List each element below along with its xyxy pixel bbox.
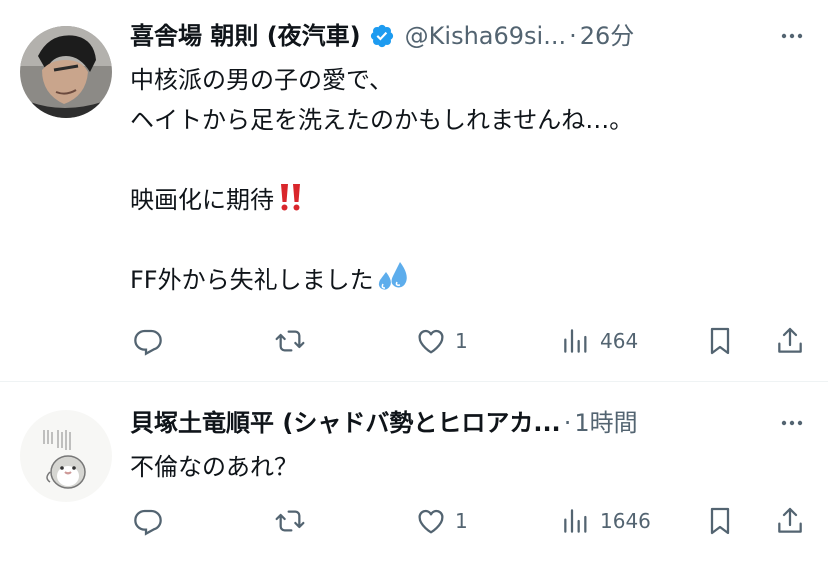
tweet-text-line: ヘイトから足を洗えたのかもしれませんね…。 (130, 106, 634, 134)
reply-icon (134, 329, 162, 356)
retweet-icon (275, 510, 305, 532)
tweet-header: 貝塚土竜順平 (シャドバ勢とヒロアカ... · 1時間 (130, 403, 808, 443)
view-count: 464 (600, 329, 639, 353)
display-name[interactable]: 貝塚土竜順平 (シャドバ勢とヒロアカ... (130, 403, 561, 443)
retweet-button[interactable] (274, 321, 314, 361)
views-button[interactable]: 1646 (560, 501, 651, 541)
avatar[interactable] (20, 26, 112, 118)
views-chart-icon (564, 509, 587, 533)
tweet[interactable]: 貝塚土竜順平 (シャドバ勢とヒロアカ... · 1時間 不倫なのあれ？ 1 16… (0, 382, 828, 561)
tweet-header: 喜舎場 朝則 (夜汽車) @Kisha69si... · 26分 (130, 16, 808, 56)
retweet-icon (275, 330, 305, 352)
action-bar: 1 1646 (130, 501, 810, 541)
share-button[interactable] (774, 321, 806, 361)
double-exclamation-mark-icon (281, 184, 300, 211)
like-button[interactable]: 1 (415, 501, 468, 541)
like-count: 1 (455, 509, 468, 533)
share-icon (778, 327, 802, 353)
reply-button[interactable] (132, 321, 172, 361)
timestamp[interactable]: 1時間 (574, 403, 637, 443)
display-name[interactable]: 喜舎場 朝則 (夜汽車) (130, 16, 361, 56)
more-options-icon[interactable] (778, 22, 806, 50)
like-button[interactable]: 1 (415, 321, 468, 361)
verified-badge-icon (370, 24, 393, 48)
like-count: 1 (455, 329, 468, 353)
more-options-icon[interactable] (778, 409, 806, 437)
tweet-text: 中核派の男の子の愛で、 ヘイトから足を洗えたのかもしれませんね…。 映画化に期待… (130, 60, 800, 300)
bookmark-button[interactable] (704, 321, 736, 361)
tweet-text-line-with-emoji: FF外から失礼しました (130, 260, 800, 300)
action-bar: 1 464 (130, 321, 810, 361)
heart-icon (418, 509, 444, 534)
reply-button[interactable] (132, 501, 172, 541)
tweet-text: 不倫なのあれ？ (130, 447, 800, 487)
sweat-droplets-icon (378, 262, 407, 290)
heart-icon (418, 329, 444, 354)
bookmark-icon (710, 507, 730, 535)
tweet[interactable]: 喜舎場 朝則 (夜汽車) @Kisha69si... · 26分 中核派の男の子… (0, 0, 828, 381)
separator-dot: · (563, 409, 572, 437)
tweet-text-line-with-emoji: 映画化に期待 (130, 180, 800, 220)
retweet-button[interactable] (274, 501, 314, 541)
bookmark-icon (710, 327, 730, 355)
timestamp[interactable]: 26分 (580, 16, 635, 56)
share-button[interactable] (774, 501, 806, 541)
tweet-text-line: FF外から失礼しました (130, 266, 374, 294)
reply-icon (134, 509, 162, 536)
handle[interactable]: @Kisha69si... (405, 16, 566, 56)
view-count: 1646 (600, 509, 651, 533)
avatar[interactable] (20, 410, 112, 502)
bookmark-button[interactable] (704, 501, 736, 541)
views-chart-icon (564, 329, 587, 353)
tweet-text-line: 不倫なのあれ？ (130, 453, 298, 481)
separator-dot: · (569, 22, 577, 50)
tweet-text-line: 映画化に期待 (130, 186, 274, 214)
views-button[interactable]: 464 (560, 321, 638, 361)
tweet-text-line: 中核派の男の子の愛で、 (130, 66, 394, 94)
share-icon (778, 507, 802, 533)
